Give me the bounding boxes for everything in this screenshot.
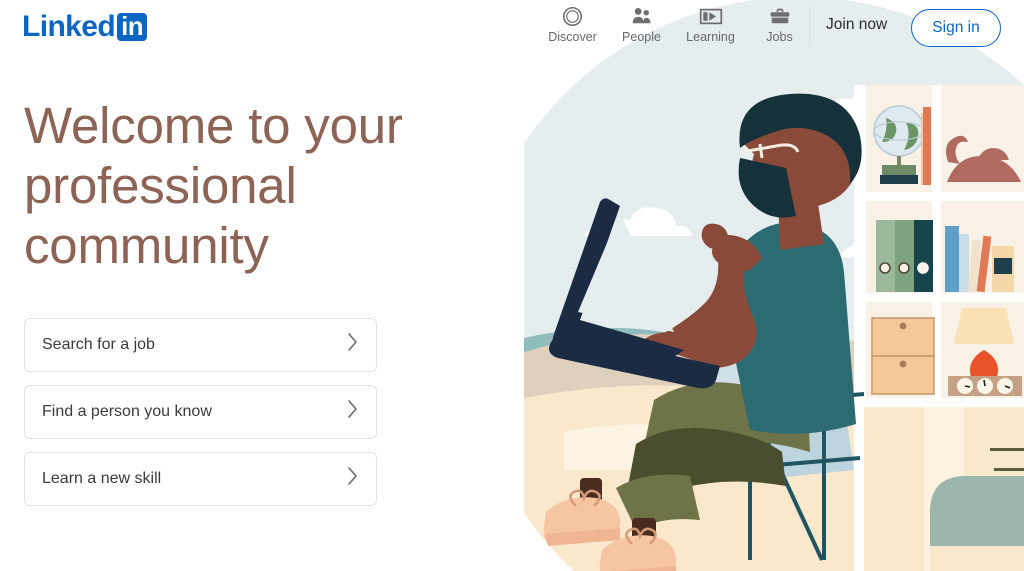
drawers xyxy=(871,317,935,395)
cta-learn-a-new-skill-label: Learn a new skill xyxy=(42,469,162,487)
join-now-button[interactable]: Join now xyxy=(826,16,887,34)
binders xyxy=(876,220,933,292)
chevron-right-icon xyxy=(347,466,358,491)
hero-section: Welcome to your professional community S… xyxy=(24,96,544,519)
sign-in-button[interactable]: Sign in xyxy=(911,9,1001,47)
nav-item-discover[interactable]: Discover xyxy=(538,2,607,44)
linkedin-homepage: Linked in Discover People Learning Jobs … xyxy=(0,0,1024,571)
nav-item-learning-label: Learning xyxy=(686,30,735,44)
cta-find-a-person-you-know-label: Find a person you know xyxy=(42,402,212,420)
learning-play-icon xyxy=(699,5,723,27)
nav-item-jobs-label: Jobs xyxy=(766,30,793,44)
linkedin-logo[interactable]: Linked in xyxy=(22,10,148,44)
cta-search-for-a-job[interactable]: Search for a job xyxy=(24,317,377,372)
headline-line-2: professional community xyxy=(24,157,297,275)
cta-learn-a-new-skill[interactable]: Learn a new skill xyxy=(24,451,377,506)
people-icon xyxy=(631,5,653,27)
compass-icon xyxy=(562,5,583,27)
headline-line-1: Welcome to your xyxy=(24,97,403,154)
nav-item-learning[interactable]: Learning xyxy=(676,2,745,44)
briefcase-icon xyxy=(769,5,791,27)
logo-in-badge: in xyxy=(117,13,148,41)
page-title: Welcome to your professional community xyxy=(24,96,544,277)
hero-actions-list: Search for a job Find a person you know … xyxy=(24,317,544,506)
site-header: Linked in Discover People Learning Jobs … xyxy=(0,0,1024,56)
chevron-right-icon xyxy=(347,399,358,424)
chevron-right-icon xyxy=(347,332,358,357)
nav-item-people[interactable]: People xyxy=(607,2,676,44)
cta-find-a-person-you-know[interactable]: Find a person you know xyxy=(24,384,377,439)
nav-item-discover-label: Discover xyxy=(548,30,597,44)
nav-item-jobs[interactable]: Jobs xyxy=(745,2,814,44)
nav-item-people-label: People xyxy=(622,30,661,44)
logo-wordmark: Linked xyxy=(22,10,116,43)
person-working-on-laptop-illustration xyxy=(524,0,1024,571)
bookshelf xyxy=(854,85,1024,571)
header-divider xyxy=(809,7,810,45)
primary-nav: Discover People Learning Jobs xyxy=(538,2,814,44)
cta-search-for-a-job-label: Search for a job xyxy=(42,335,155,353)
